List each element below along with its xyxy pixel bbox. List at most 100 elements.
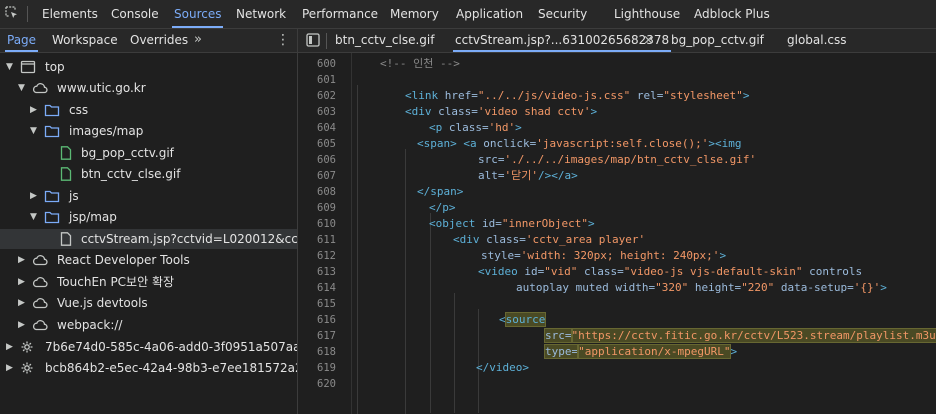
more-options-icon[interactable]: ⋮ [276, 32, 290, 48]
code-line[interactable]: 603 <div class='video shad cctv'> [298, 104, 936, 120]
expanded-arrow-icon[interactable]: ▼ [18, 78, 25, 98]
code-line[interactable]: 615 [298, 296, 936, 312]
collapsed-arrow-icon[interactable]: ▶ [18, 272, 25, 292]
code-line[interactable]: 617 src="https://cctv.fitic.go.kr/cctv/L5… [298, 328, 936, 344]
tab-memory[interactable]: Memory [390, 0, 439, 28]
file-tab[interactable]: btn_cctv_clse.gif [335, 29, 435, 52]
code-line[interactable]: 602 <link href="../../js/video-js.css" re… [298, 88, 936, 104]
tree-item-file[interactable]: btn_cctv_clse.gif [0, 164, 297, 184]
code-line[interactable]: 608 </span> [298, 184, 936, 200]
code-line[interactable]: 607 alt='닫기'/></a> [298, 168, 936, 184]
tree-item-worker[interactable]: ▶ bcb864b2-e5ec-42a4-98b3-e7ee181572a2 [0, 358, 303, 378]
more-tabs-icon[interactable]: » [194, 32, 202, 47]
line-number[interactable]: 617 [298, 328, 336, 344]
file-tab[interactable]: bg_pop_cctv.gif [671, 29, 764, 52]
tree-item-extension[interactable]: ▶ React Developer Tools [0, 250, 297, 270]
code-token: "../../js/video-js.css" [477, 89, 631, 102]
code-line[interactable]: 609 </p> [298, 200, 936, 216]
tab-adblock-plus[interactable]: Adblock Plus [694, 0, 770, 28]
tree-item-file-selected[interactable]: cctvStream.jsp?cctvid=L020012&cctvn... [0, 229, 329, 249]
code-line[interactable]: 610 <object id="innerObject"> [298, 216, 936, 232]
code-line[interactable]: 616 <source [298, 312, 936, 328]
code-line[interactable]: 605 <span> <a onclick='javascript:self.cl… [298, 136, 936, 152]
line-number[interactable]: 609 [298, 200, 336, 216]
tree-item-label: Vue.js devtools [57, 296, 148, 310]
tab-overrides[interactable]: Overrides [130, 29, 188, 52]
file-tab-active[interactable]: cctvStream.jsp?...63100265682378 [452, 29, 672, 52]
tab-application[interactable]: Application [456, 0, 523, 28]
collapsed-arrow-icon[interactable]: ▶ [30, 186, 37, 206]
close-tab-icon[interactable]: × [643, 29, 654, 52]
code-area[interactable]: 600 <!-- 인천 --> 601 602 <link href="../../js… [298, 53, 936, 414]
tree-item-file[interactable]: bg_pop_cctv.gif [0, 143, 297, 163]
tree-item-folder-jsp-map[interactable]: ▼ jsp/map [0, 207, 297, 227]
collapsed-arrow-icon[interactable]: ▶ [30, 100, 37, 120]
line-number[interactable]: 606 [298, 152, 336, 168]
expanded-arrow-icon[interactable]: ▼ [30, 121, 37, 141]
line-number[interactable]: 615 [298, 296, 336, 312]
expanded-arrow-icon[interactable]: ▼ [30, 207, 37, 227]
line-number[interactable]: 614 [298, 280, 336, 296]
tree-item-folder-css[interactable]: ▶ css [0, 100, 297, 120]
tree-item-extension[interactable]: ▶ Vue.js devtools [0, 293, 297, 313]
line-number[interactable]: 602 [298, 88, 336, 104]
tab-workspace[interactable]: Workspace [52, 29, 118, 52]
line-number[interactable]: 605 [298, 136, 336, 152]
tab-console[interactable]: Console [111, 0, 159, 28]
file-tab[interactable]: global.css [787, 29, 847, 52]
code-token: style= [481, 249, 521, 262]
tab-network[interactable]: Network [236, 0, 286, 28]
tab-page[interactable]: Page [4, 29, 39, 52]
code-line[interactable]: 611 <div class='cctv_area player' [298, 232, 936, 248]
tab-elements[interactable]: Elements [42, 0, 98, 28]
line-number[interactable]: 604 [298, 120, 336, 136]
tab-performance[interactable]: Performance [302, 0, 378, 28]
code-text: type="application/x-mpegURL"> [543, 344, 737, 360]
line-number[interactable]: 618 [298, 344, 336, 360]
tree-item-folder-images-map[interactable]: ▼ images/map [0, 121, 297, 141]
code-line[interactable]: 618 type="application/x-mpegURL"> [298, 344, 936, 360]
tree-item-domain[interactable]: ▼ www.utic.go.kr [0, 78, 297, 98]
collapsed-arrow-icon[interactable]: ▶ [6, 337, 13, 357]
tree-item-top[interactable]: ▼ top [0, 57, 297, 77]
line-number[interactable]: 607 [298, 168, 336, 184]
code-line[interactable]: 612 style='width: 320px; height: 240px;'> [298, 248, 936, 264]
line-number[interactable]: 612 [298, 248, 336, 264]
toggle-navigator-icon[interactable] [306, 33, 320, 47]
line-number[interactable]: 610 [298, 216, 336, 232]
code-line[interactable]: 613 <video id="vid" class="video-js vjs-d… [298, 264, 936, 280]
collapsed-arrow-icon[interactable]: ▶ [18, 250, 25, 270]
code-line[interactable]: 614 autoplay muted width="320" height="22… [298, 280, 936, 296]
line-number[interactable]: 620 [298, 376, 336, 392]
collapsed-arrow-icon[interactable]: ▶ [18, 293, 25, 313]
code-line[interactable]: 604 <p class='hd'> [298, 120, 936, 136]
line-number[interactable]: 601 [298, 72, 336, 88]
inspect-element-icon[interactable] [5, 6, 19, 20]
line-number[interactable]: 613 [298, 264, 336, 280]
code-line[interactable]: 601 [298, 72, 936, 88]
tree-item-label: cctvStream.jsp?cctvid=L020012&cctvn... [81, 232, 329, 246]
line-number[interactable]: 608 [298, 184, 336, 200]
line-number[interactable]: 603 [298, 104, 336, 120]
tree-item-worker[interactable]: ▶ 7b6e74d0-585c-4a06-add0-3f0951a507aa [0, 337, 300, 357]
code-token: 'cctv_area player' [525, 233, 646, 246]
code-line[interactable]: 600 <!-- 인천 --> [298, 56, 936, 72]
gear-icon [19, 340, 35, 354]
tree-item-webpack[interactable]: ▶ webpack:// [0, 315, 297, 335]
code-line[interactable]: 606 src='./../../images/map/btn_cctv_clse… [298, 152, 936, 168]
code-token: id= [524, 265, 545, 278]
expanded-arrow-icon[interactable]: ▼ [6, 57, 13, 77]
tree-item-folder-js[interactable]: ▶ js [0, 186, 297, 206]
tab-lighthouse[interactable]: Lighthouse [614, 0, 680, 28]
collapsed-arrow-icon[interactable]: ▶ [6, 358, 13, 378]
line-number[interactable]: 619 [298, 360, 336, 376]
line-number[interactable]: 611 [298, 232, 336, 248]
tree-item-extension[interactable]: ▶ TouchEn PC보안 확장 [0, 272, 297, 292]
code-line[interactable]: 619 </video> [298, 360, 936, 376]
line-number[interactable]: 600 [298, 56, 336, 72]
code-line[interactable]: 620 [298, 376, 936, 392]
collapsed-arrow-icon[interactable]: ▶ [18, 315, 25, 335]
tab-security[interactable]: Security [538, 0, 587, 28]
line-number[interactable]: 616 [298, 312, 336, 328]
tab-sources[interactable]: Sources [171, 0, 224, 28]
